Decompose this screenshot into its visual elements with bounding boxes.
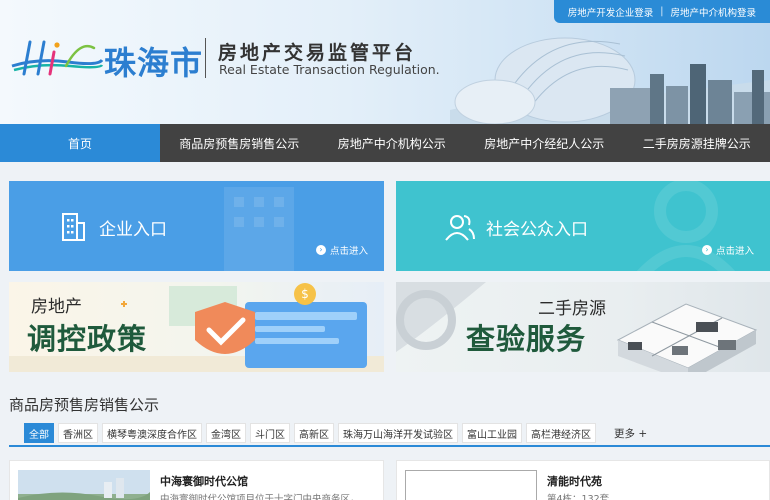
public-enter-text: 点击进入 xyxy=(715,246,754,257)
building-icon xyxy=(62,213,85,241)
login-separator: | xyxy=(660,6,664,17)
project-thumbnail[interactable] xyxy=(18,470,150,500)
listing-desc: 中海寰御时代公馆项目位于十字门中央商务区，... xyxy=(160,494,369,500)
arrow-right-icon: › xyxy=(701,245,712,255)
nav-home[interactable]: 首页 xyxy=(0,124,160,162)
nav-presale-publicity[interactable]: 商品房预售房销售公示 xyxy=(160,124,319,162)
listing-title[interactable]: 清能时代苑 xyxy=(547,473,602,489)
filter-fushan[interactable]: 富山工业园 xyxy=(462,423,522,443)
filter-gaolangang[interactable]: 高栏港经济区 xyxy=(526,423,596,443)
district-filter-tabs: 全部 香洲区 横琴粤澳深度合作区 金湾区 斗门区 高新区 珠海万山海洋开发试验区… xyxy=(9,423,770,447)
svg-text:$: $ xyxy=(301,287,309,301)
inspection-banner-title: 查验服务 xyxy=(466,322,587,356)
filter-hengqin[interactable]: 横琴粤澳深度合作区 xyxy=(102,423,202,443)
inspection-banner[interactable]: 二手房源 查验服务 xyxy=(396,282,770,372)
brand-divider xyxy=(205,38,206,78)
city-name[interactable]: 珠海市 xyxy=(104,38,203,84)
arrow-right-icon: › xyxy=(315,245,326,255)
agency-login-link[interactable]: 房地产中介机构登录 xyxy=(670,5,756,19)
section-title: 商品房预售房销售公示 xyxy=(9,396,160,414)
listing-card[interactable]: 中海寰御时代公馆 中海寰御时代公馆项目位于十字门中央商务区，... xyxy=(9,460,384,500)
public-enter-link[interactable]: › 点击进入 xyxy=(701,243,754,257)
policy-banner-subtitle: 房地产 xyxy=(31,297,82,317)
enterprise-enter-text: 点击进入 xyxy=(329,246,368,257)
filter-doumen[interactable]: 斗门区 xyxy=(250,423,290,443)
users-icon xyxy=(445,215,475,241)
site-header: 房地产开发企业登录 | 房地产中介机构登录 珠海市 房地产交易监管平台 Real… xyxy=(0,0,770,124)
listing-desc: 第4栋：132套 xyxy=(547,494,610,500)
main-nav: 首页 商品房预售房销售公示 房地产中介机构公示 房地产中介经纪人公示 二手房房源… xyxy=(0,124,770,162)
nav-agency-publicity[interactable]: 房地产中介机构公示 xyxy=(319,124,466,162)
listing-title[interactable]: 中海寰御时代公馆 xyxy=(160,473,248,489)
filter-gaoxin[interactable]: 高新区 xyxy=(294,423,334,443)
filter-all[interactable]: 全部 xyxy=(24,423,54,443)
more-link[interactable]: 更多 + xyxy=(614,423,647,443)
broken-image-icon[interactable] xyxy=(405,470,537,500)
city-logo-icon[interactable] xyxy=(8,36,104,80)
developer-login-link[interactable]: 房地产开发企业登录 xyxy=(568,5,654,19)
platform-title-en: Real Estate Transaction Regulation. xyxy=(219,62,440,77)
public-entry-card[interactable]: 社会公众入口 › 点击进入 xyxy=(396,181,770,271)
enterprise-entry-label: 企业入口 xyxy=(99,220,167,240)
nav-broker-publicity[interactable]: 房地产中介经纪人公示 xyxy=(465,124,624,162)
platform-title[interactable]: 房地产交易监管平台 xyxy=(218,38,416,65)
nav-secondhand-listing[interactable]: 二手房房源挂牌公示 xyxy=(624,124,770,162)
policy-banner[interactable]: $ 房地产 调控政策 xyxy=(9,282,384,372)
enterprise-enter-link[interactable]: › 点击进入 xyxy=(315,243,368,257)
listing-card[interactable]: 清能时代苑 第4栋：132套 xyxy=(396,460,770,500)
filter-jinwan[interactable]: 金湾区 xyxy=(206,423,246,443)
filter-wanshan[interactable]: 珠海万山海洋开发试验区 xyxy=(338,423,458,443)
public-entry-label: 社会公众入口 xyxy=(486,220,588,240)
filter-xiangzhou[interactable]: 香洲区 xyxy=(58,423,98,443)
policy-banner-title: 调控政策 xyxy=(27,322,148,356)
city-skyline-image xyxy=(450,37,770,124)
enterprise-entry-card[interactable]: 企业入口 › 点击进入 xyxy=(9,181,384,271)
